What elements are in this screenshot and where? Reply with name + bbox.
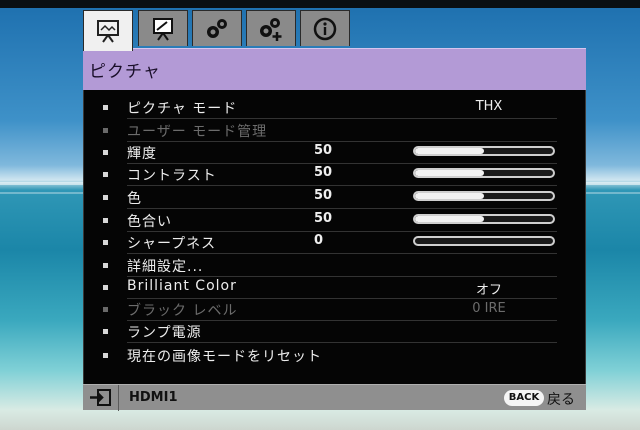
menu-item-value: 50 [314,188,333,203]
status-bar: HDMI1 BACK 戻る [83,384,586,411]
picture-icon [97,20,119,43]
back-button[interactable]: BACK [504,390,544,406]
bullet-icon [103,172,108,177]
menu-item[interactable]: 詳細設定... [84,255,587,277]
menu-item-label: ユーザー モード管理 [127,124,268,140]
menu-item-label: 詳細設定... [127,259,204,275]
menu-item-label: シャープネス [127,236,217,252]
menu-item-value: THX [475,99,503,114]
menu-item[interactable]: 色 50 [84,187,587,209]
row-divider [127,253,557,254]
row-divider [127,208,557,209]
slider-fill [415,148,484,154]
tab-setup-basic[interactable] [192,10,242,46]
bullet-icon [103,285,108,290]
bullet-icon [103,263,108,268]
menu-item: ブラック レベル 0 IRE [84,299,587,321]
value-slider[interactable] [413,191,555,201]
menu-title: ピクチャ [89,62,161,82]
slider-fill [415,193,484,199]
tab-bar [83,10,586,51]
bullet-icon [103,150,108,155]
input-source-icon [90,389,111,406]
bullet-icon [103,329,108,334]
display-icon [153,17,173,41]
menu-item-label: 輝度 [127,146,157,162]
slider-fill [415,216,484,222]
menu-item-value: 50 [314,165,333,180]
menu-item-value: オフ [475,283,502,298]
row-divider [127,185,557,186]
bullet-icon [103,218,108,223]
status-separator [118,385,119,411]
info-icon [313,17,337,40]
menu-item-value: 50 [314,211,333,226]
menu-item-label: ピクチャ モード [127,101,238,117]
value-slider[interactable] [413,168,555,178]
menu-item[interactable]: シャープネス 0 [84,232,587,254]
menu-item-label: 色 [127,191,142,207]
value-slider[interactable] [413,214,555,224]
menu-item-label: コントラスト [127,168,217,184]
bullet-icon [103,195,108,200]
bullet-icon [103,105,108,110]
menu-item: ユーザー モード管理 [84,120,587,142]
menu-item-value: 0 IRE [472,301,506,316]
tab-setup-advanced[interactable] [246,10,296,46]
gears-icon [207,18,227,38]
row-divider [127,342,557,343]
menu-item-label: ブラック レベル [127,303,238,319]
input-source-label: HDMI1 [129,390,178,405]
menu-item-label: 現在の画像モードをリセット [127,349,322,365]
menu-item[interactable]: Brilliant Color オフ [84,277,587,299]
menu-item[interactable]: 現在の画像モードをリセット [84,345,587,367]
bullet-icon [103,353,108,358]
tab-display[interactable] [138,10,188,46]
gears-plus-icon [260,17,282,41]
bullet-icon [103,240,108,245]
menu-title-bar: ピクチャ [83,48,586,90]
menu-item[interactable]: コントラスト 50 [84,164,587,186]
tab-picture[interactable] [83,10,133,51]
bullet-icon [103,128,108,133]
menu-item[interactable]: ランプ電源 [84,321,587,343]
tab-info[interactable] [300,10,350,46]
value-slider[interactable] [413,146,555,156]
menu-item-value: 50 [314,143,333,158]
menu-item-label: ランプ電源 [127,325,202,341]
menu-item-value: 0 [314,233,324,248]
row-divider [127,118,557,119]
osd-menu: ピクチャ ピクチャ モード THX ユーザー モード管理 輝度 50 コントラスト 50 色 5… [83,10,586,411]
menu-item[interactable]: 色合い 50 [84,210,587,232]
menu-item[interactable]: 輝度 50 [84,142,587,164]
menu-item-label: 色合い [127,214,172,230]
menu-item-label: Brilliant Color [127,278,237,294]
slider-fill [415,170,484,176]
bullet-icon [103,307,108,312]
value-slider[interactable] [413,236,555,246]
back-label: 戻る [547,392,575,408]
menu-list: ピクチャ モード THX ユーザー モード管理 輝度 50 コントラスト 50 色 50 色合い 5… [83,90,586,384]
menu-item[interactable]: ピクチャ モード THX [84,97,587,119]
top-border [0,0,640,8]
